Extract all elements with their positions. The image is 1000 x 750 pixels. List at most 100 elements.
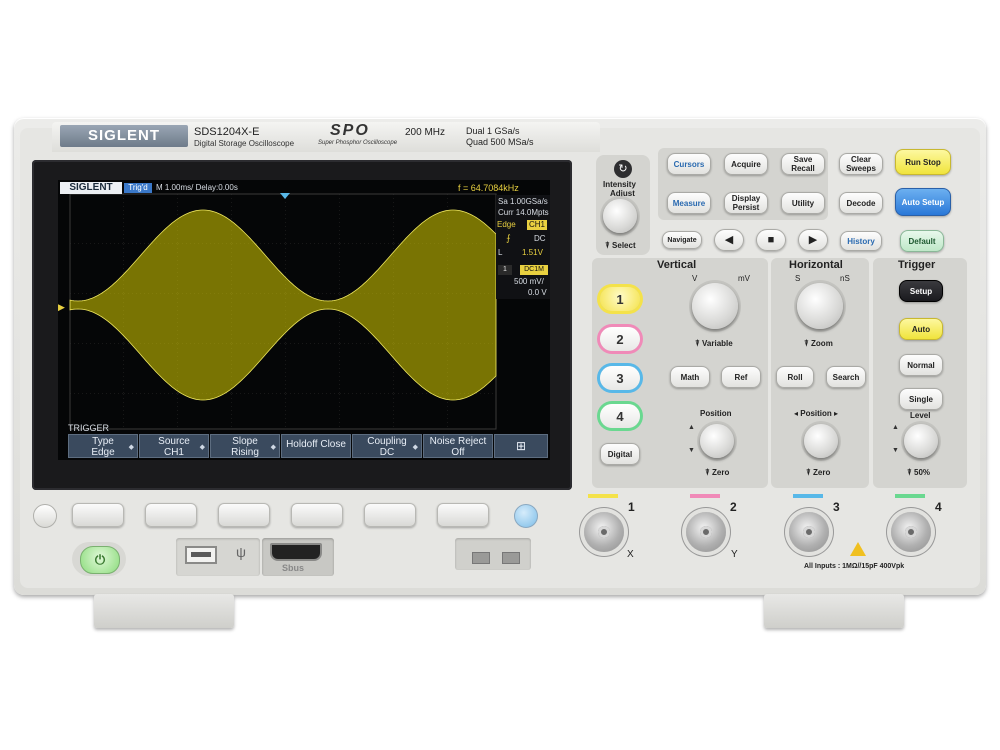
intensity-knob[interactable] [603,199,637,233]
navigate-back-icon[interactable]: ◀ [714,229,744,251]
ch2-color-strip [690,494,720,498]
acquire-button[interactable]: Acquire [724,153,768,175]
spec-line-1: Dual 1 GSa/s [466,126,520,136]
ch2-bnc-input[interactable] [686,512,726,552]
zoom-label-text: Zoom [811,339,833,348]
trigger-auto-button[interactable]: Auto [899,318,943,340]
sbus-port[interactable] [270,543,322,561]
down-arrow-icon: ▼ [688,447,695,454]
softkey-1[interactable] [72,503,124,527]
history-button[interactable]: History [840,231,882,251]
channel-1-button[interactable]: 1 [600,287,640,311]
memory-depth-readout: Curr 14.0Mpts [498,208,549,217]
vertical-zero-text: Zero [712,468,730,477]
clear-sweeps-button[interactable]: Clear Sweeps [839,153,883,175]
softkey-3[interactable] [218,503,270,527]
channel-3-button[interactable]: 3 [600,366,640,390]
trigger-source-badge: CH1 [527,220,547,230]
menu-slope[interactable]: Slope Rising ◆ [210,434,280,458]
trigger-setup-button[interactable]: Setup [899,280,943,302]
menu-noise-reject-label: Noise Reject [429,436,487,447]
fifty-percent-text: 50% [914,468,931,477]
rising-edge-icon: ⨍ [506,233,511,243]
channel-4-button[interactable]: 4 [600,404,640,428]
trigger-single-button[interactable]: Single [899,388,943,410]
ch1-bnc-input[interactable] [584,512,624,552]
v-label: V [692,274,698,283]
navigate-button[interactable]: Navigate [662,231,702,249]
horizontal-scale-knob[interactable] [797,283,843,329]
ground-terminal[interactable] [502,552,520,564]
trigger-normal-button[interactable]: Normal [899,354,943,376]
ns-label: nS [840,274,850,283]
info-sidebar: Sa 1.00GSa/s Curr 14.0Mpts Edge CH1 ⨍ DC… [496,195,550,299]
horizontal-position-knob[interactable] [804,424,838,458]
softkey-5[interactable] [364,503,416,527]
ch1-input-label: 1 [628,500,635,514]
menu-holdoff[interactable]: Holdoff Close [281,434,351,458]
trigger-level-label: L [498,248,503,257]
horizontal-zero-text: Zero [813,468,831,477]
default-button[interactable]: Default [900,230,944,252]
cursors-button[interactable]: Cursors [667,153,711,175]
display-screen: SIGLENT Trig'd M 1.00ms/ Delay:0.00s f =… [58,180,550,460]
cal-terminal[interactable] [472,552,490,564]
trigger-level-knob[interactable] [904,424,938,458]
utility-button[interactable]: Utility [781,192,825,214]
menu-source[interactable]: Source CH1 ◆ [139,434,209,458]
spo-caption: Super Phosphor Oscilloscope [318,140,398,146]
navigate-stop-icon[interactable]: ■ [756,229,786,251]
screen-brand: SIGLENT [60,182,122,194]
level-label: Level [910,411,931,420]
ref-button[interactable]: Ref [721,366,761,388]
menu-noise-reject[interactable]: Noise Reject Off [423,434,493,458]
menu-arrow-icon: ◆ [199,444,205,451]
save-recall-button[interactable]: Save Recall [781,153,825,175]
decode-button[interactable]: Decode [839,192,883,214]
digital-button[interactable]: Digital [600,443,640,465]
menu-noise-reject-value: Off [451,447,465,458]
run-stop-button[interactable]: Run Stop [895,149,951,175]
math-button[interactable]: Math [670,366,710,388]
softkey-4[interactable] [291,503,343,527]
ch4-color-strip [895,494,925,498]
ch4-input-label: 4 [935,500,942,514]
roll-button[interactable]: Roll [776,366,814,388]
power-icon[interactable]: ⏻ [80,546,120,574]
y-input-label: Y [731,549,738,560]
timebase-readout: M 1.00ms/ Delay:0.00s [156,183,238,192]
vertical-heading: Vertical [657,259,697,271]
spo-logo: SPO [330,122,370,139]
channel-2-button[interactable]: 2 [600,327,640,351]
auto-setup-button[interactable]: Auto Setup [895,188,951,216]
search-button[interactable]: Search [826,366,866,388]
horizontal-zero-label: ⍒ Zero [806,468,831,477]
ch3-input-label: 3 [833,500,840,514]
vertical-scale-knob[interactable] [692,283,738,329]
measure-button[interactable]: Measure [667,192,711,214]
softkey-6[interactable] [437,503,489,527]
variable-label-text: Variable [702,339,733,348]
ch3-bnc-input[interactable] [789,512,829,552]
ch4-bnc-input[interactable] [891,512,931,552]
menu-network-icon[interactable]: ⊞ [494,434,548,458]
channel-offset-readout: 0.0 V [528,288,547,297]
menu-type-label: Type [92,436,114,447]
up-arrow-icon: ▲ [688,424,695,431]
ch1-color-strip [588,494,618,498]
display-persist-button[interactable]: Display Persist [724,192,768,214]
mv-label: mV [738,274,750,283]
navigate-forward-icon[interactable]: ▶ [798,229,828,251]
menu-coupling[interactable]: Coupling DC ◆ [352,434,422,458]
select-label: ⍒ Select [605,241,636,250]
menu-type[interactable]: Type Edge ◆ [68,434,138,458]
trigger-coupling-readout: DC [534,234,546,243]
softkey-2[interactable] [145,503,197,527]
vertical-position-knob[interactable] [700,424,734,458]
intensity-adjust-label: Adjust [610,189,635,198]
menu-off-button[interactable] [33,504,57,528]
usb-port[interactable] [185,546,217,564]
trig-state-badge: Trig'd [124,183,152,193]
trigger-heading: Trigger [898,259,936,271]
print-button[interactable] [514,504,538,528]
